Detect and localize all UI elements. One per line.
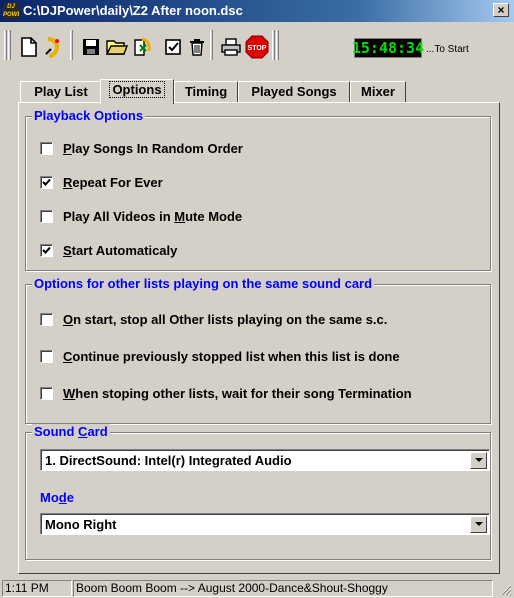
checkbox-box[interactable]	[40, 387, 53, 400]
toolbar-separator	[272, 30, 275, 60]
stop-button[interactable]: STOP	[244, 34, 270, 60]
wizard-button[interactable]	[40, 34, 66, 60]
app-logo-icon: DJPOWER	[3, 3, 19, 19]
group-title: Playback Options	[32, 108, 146, 123]
trash-icon	[190, 39, 204, 56]
toolbar-separator	[210, 30, 213, 60]
new-document-icon	[21, 37, 37, 57]
checkbox-box[interactable]	[40, 176, 53, 189]
sound-card-group: Sound Card 1. DirectSound: Intel(r) Inte…	[25, 424, 491, 560]
options-panel: Playback Options Play Songs In Random Or…	[18, 102, 500, 574]
import-button[interactable]	[130, 34, 156, 60]
new-list-button[interactable]	[16, 34, 42, 60]
chevron-down-icon	[474, 522, 483, 526]
checkmark-icon	[42, 246, 51, 254]
toolbar-grip[interactable]	[8, 30, 11, 60]
start-automatically-checkbox[interactable]: Start Automaticaly	[40, 243, 177, 258]
mode-label: Mode	[40, 490, 74, 505]
checkmark-icon	[42, 178, 51, 186]
open-button[interactable]	[104, 34, 130, 60]
wait-song-termination-checkbox[interactable]: When stoping other lists, wait for their…	[40, 386, 412, 401]
stop-label: STOP	[248, 45, 267, 52]
checkbox-label: Play All Videos in Mute Mode	[63, 209, 243, 224]
close-button[interactable]: ×	[493, 3, 509, 17]
import-icon	[134, 37, 151, 56]
wizard-icon	[45, 37, 60, 58]
checkbox-box[interactable]	[40, 210, 53, 223]
floppy-disk-icon	[83, 39, 99, 55]
checkbox-label: Start Automaticaly	[63, 243, 178, 258]
checkbox-box[interactable]	[40, 142, 53, 155]
group-title: Options for other lists playing on the s…	[32, 276, 375, 291]
tab-play-list[interactable]: Play List	[20, 81, 102, 103]
printer-icon	[221, 38, 241, 56]
checkbox-label: On start, stop all Other lists playing o…	[63, 312, 388, 327]
check-button[interactable]	[160, 34, 186, 60]
countdown-clock: 15:48:34	[351, 38, 425, 58]
clock-caption: ...To Start	[426, 44, 469, 55]
sound-card-value: 1. DirectSound: Intel(r) Integrated Audi…	[45, 453, 292, 468]
open-folder-icon	[106, 40, 128, 55]
save-button[interactable]	[78, 34, 104, 60]
stop-other-lists-checkbox[interactable]: On start, stop all Other lists playing o…	[40, 312, 387, 327]
checkbox-label: Continue previously stopped list when th…	[63, 349, 400, 364]
print-button[interactable]	[218, 34, 244, 60]
dropdown-button[interactable]	[470, 516, 487, 533]
title-bar[interactable]: DJPOWER C:\DJPower\daily\Z2 After noon.d…	[0, 0, 514, 22]
tab-options[interactable]: Options	[100, 79, 174, 104]
checkbox-box[interactable]	[40, 350, 53, 363]
status-now-playing: Boom Boom Boom --> August 2000-Dance&Sho…	[73, 580, 493, 597]
status-bar: 1:11 PM Boom Boom Boom --> August 2000-D…	[0, 579, 514, 598]
random-order-checkbox[interactable]: Play Songs In Random Order	[40, 141, 243, 156]
mute-videos-checkbox[interactable]: Play All Videos in Mute Mode	[40, 209, 242, 224]
chevron-down-icon	[474, 458, 483, 462]
checkbox-box[interactable]	[40, 244, 53, 257]
toolbar-grip[interactable]	[276, 30, 279, 60]
status-time: 1:11 PM	[2, 580, 72, 597]
continue-stopped-list-checkbox[interactable]: Continue previously stopped list when th…	[40, 349, 400, 364]
dropdown-button[interactable]	[470, 452, 487, 469]
checkmark-icon	[165, 39, 181, 55]
checkbox-label: Play Songs In Random Order	[63, 141, 243, 156]
toolbar-separator	[70, 30, 73, 60]
checkbox-label: When stoping other lists, wait for their…	[63, 386, 412, 401]
playback-options-group: Playback Options Play Songs In Random Or…	[25, 108, 491, 271]
tab-mixer[interactable]: Mixer	[350, 81, 406, 103]
other-lists-group: Options for other lists playing on the s…	[25, 276, 491, 424]
tab-timing[interactable]: Timing	[174, 81, 238, 103]
delete-button[interactable]	[184, 34, 210, 60]
stop-sign-icon: STOP	[245, 35, 269, 59]
mode-select[interactable]: Mono Right	[40, 513, 490, 535]
toolbar: STOP 15:48:34 ...To Start	[0, 24, 514, 68]
group-title: Sound Card	[32, 424, 110, 439]
repeat-forever-checkbox[interactable]: Repeat For Ever	[40, 175, 163, 190]
toolbar-grip[interactable]	[4, 30, 7, 60]
tab-played-songs[interactable]: Played Songs	[238, 81, 350, 103]
window-title: C:\DJPower\daily\Z2 After noon.dsc	[23, 3, 243, 18]
checkbox-box[interactable]	[40, 313, 53, 326]
sound-card-select[interactable]: 1. DirectSound: Intel(r) Integrated Audi…	[40, 449, 490, 471]
mode-value: Mono Right	[45, 517, 117, 532]
resize-grip-icon[interactable]	[500, 584, 512, 596]
checkbox-label: Repeat For Ever	[63, 175, 163, 190]
